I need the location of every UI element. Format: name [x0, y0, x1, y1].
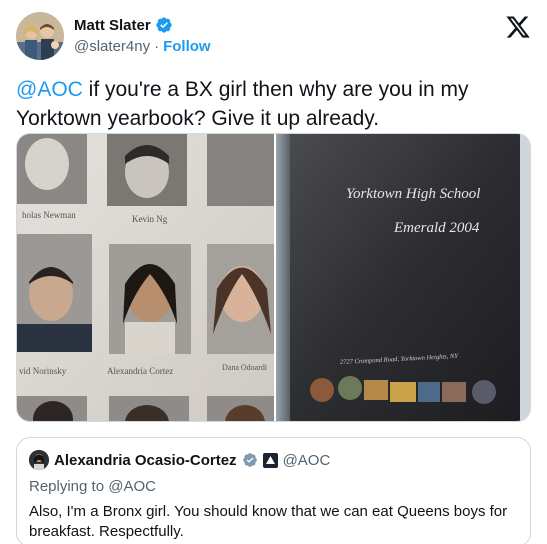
yearbook-page-photo[interactable]: holas Newman Kevin Ng vid Norinsky Alexa… [17, 134, 277, 421]
yearbook-cover-photo[interactable]: Yorktown High School Emerald 2004 2727 C… [276, 134, 530, 421]
author-handle-row: @slater4ny · Follow [74, 38, 211, 55]
author-name[interactable]: Matt Slater [74, 17, 151, 34]
tweet-media[interactable]: holas Newman Kevin Ng vid Norinsky Alexa… [16, 133, 531, 422]
verified-badge-icon [155, 16, 173, 34]
cover-title: Yorktown High School [346, 186, 480, 202]
follow-button[interactable]: Follow [163, 38, 211, 55]
author-handle[interactable]: @slater4ny [74, 38, 150, 55]
x-logo-icon[interactable] [505, 14, 531, 40]
tweet-header: Matt Slater @slater4ny · Follow [16, 12, 531, 62]
quote-author-handle[interactable]: @AOC [283, 452, 331, 469]
caption-nicholas-newman: holas Newman [22, 210, 76, 220]
author-name-row: Matt Slater [74, 16, 173, 34]
tweet-body: if you're a BX girl then why are you in … [16, 78, 469, 130]
caption-david-norinsky: vid Norinsky [19, 366, 67, 376]
separator-dot: · [154, 38, 160, 55]
quote-author-name[interactable]: Alexandria Ocasio-Cortez [54, 452, 237, 469]
mention-link[interactable]: @AOC [16, 78, 83, 101]
caption-dana-odoardi: Dana Odoardi [222, 363, 268, 372]
tweet-text: @AOC if you're a BX girl then why are yo… [16, 75, 531, 133]
government-affiliation-icon [262, 452, 278, 468]
quote-author-row: Alexandria Ocasio-Cortez @AOC [29, 450, 330, 470]
replying-to: Replying to @AOC [29, 478, 156, 495]
tweet-card: Matt Slater @slater4ny · Follow @AOC if … [0, 0, 547, 544]
quote-author-avatar[interactable] [29, 450, 49, 470]
verified-badge-icon [242, 452, 258, 468]
caption-kevin-ng: Kevin Ng [132, 214, 168, 224]
quote-text: Also, I'm a Bronx girl. You should know … [29, 503, 508, 540]
caption-alexandria-cortez: Alexandria Cortez [107, 366, 173, 376]
cover-subtitle: Emerald 2004 [393, 220, 480, 236]
author-avatar[interactable] [16, 12, 64, 60]
quote-tweet[interactable]: Alexandria Ocasio-Cortez @AOC Replying t… [16, 437, 531, 544]
